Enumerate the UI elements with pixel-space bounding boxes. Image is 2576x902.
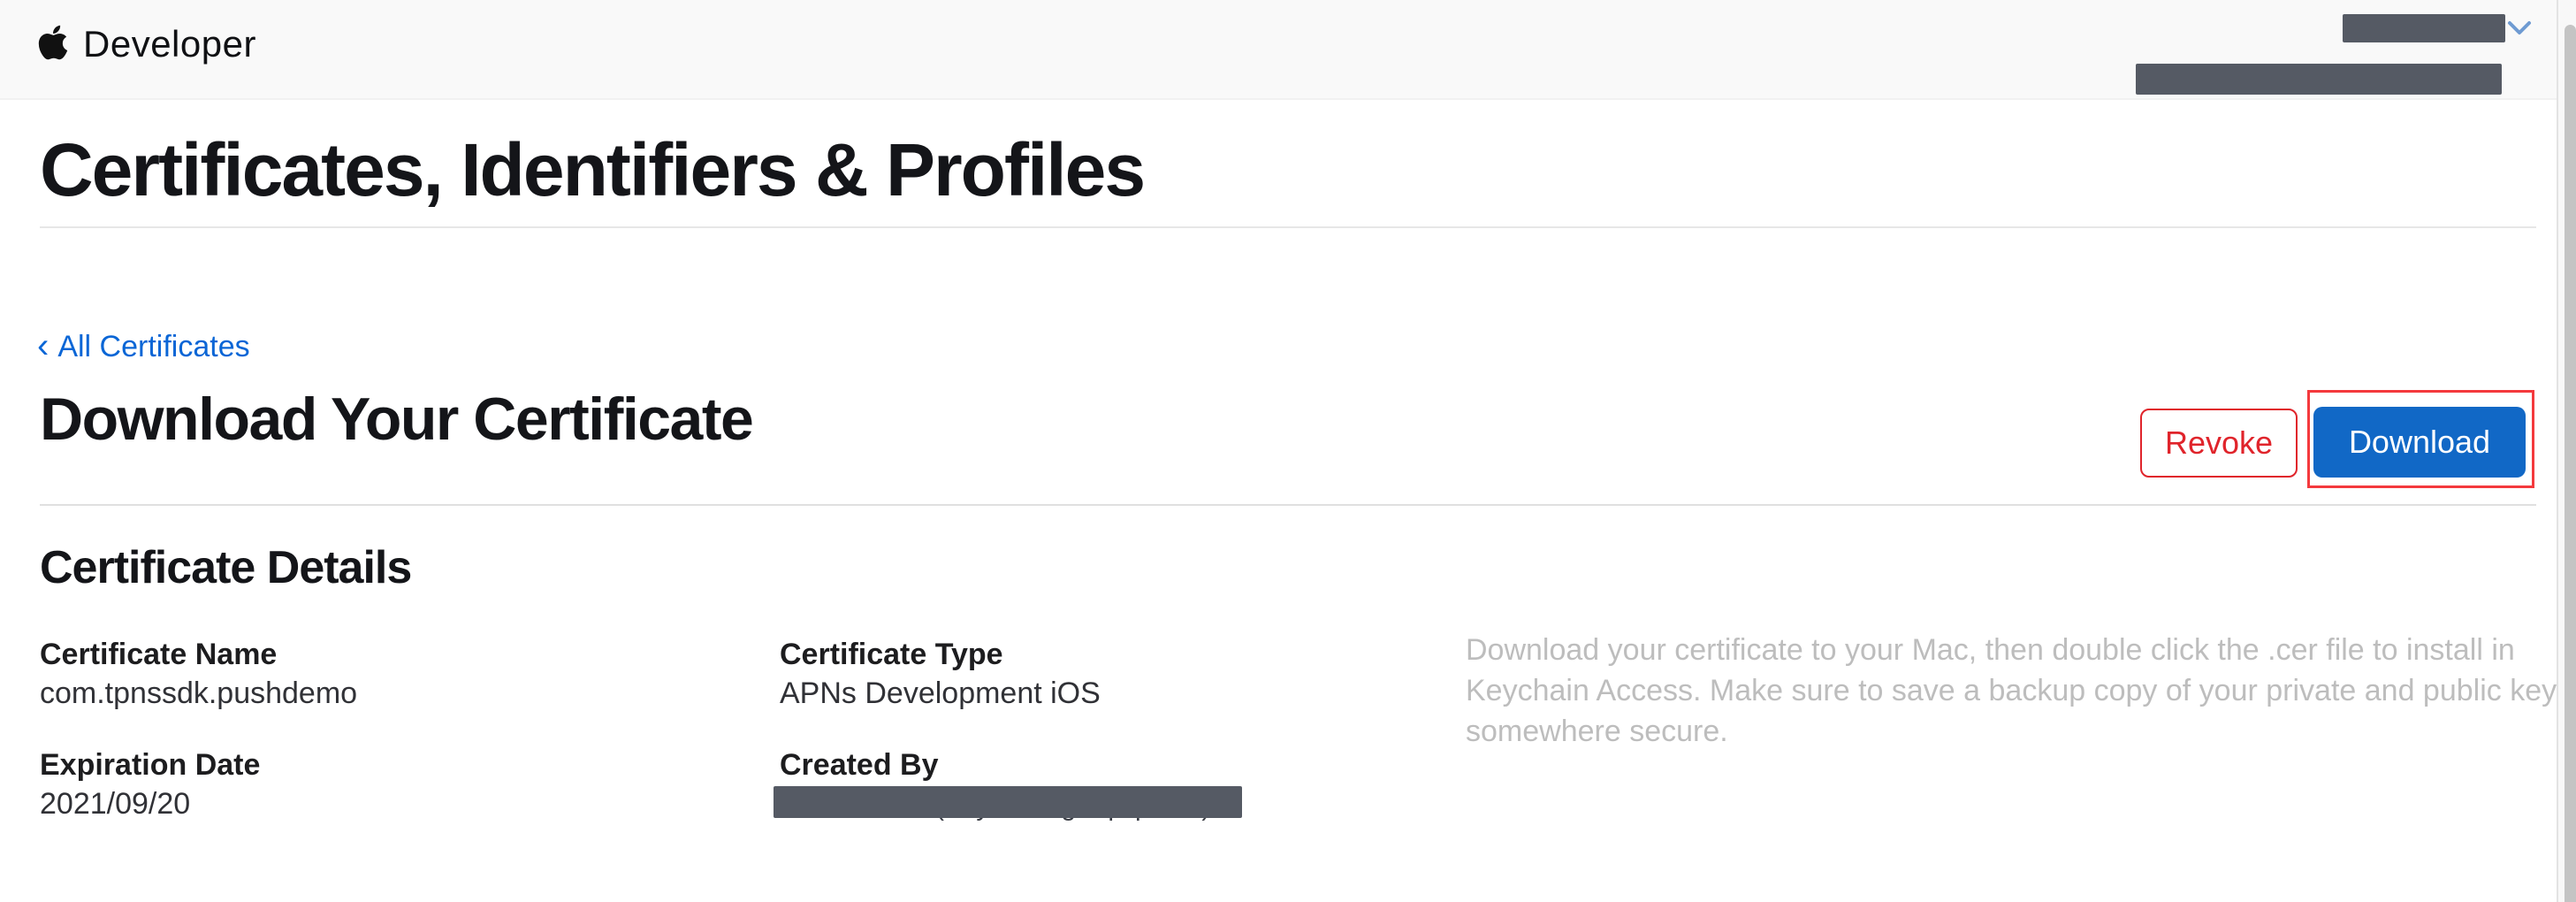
- created-by-redaction: [774, 786, 1242, 818]
- global-header: Developer: [0, 0, 2576, 100]
- certificate-type-value: APNs Development iOS: [780, 676, 1101, 711]
- breadcrumb-label: All Certificates: [57, 330, 249, 364]
- certificate-type-label: Certificate Type: [780, 637, 1003, 672]
- page-title: Certificates, Identifiers & Profiles: [40, 133, 1144, 207]
- account-team-redaction: [2136, 64, 2502, 95]
- breadcrumb-all-certificates[interactable]: ‹ All Certificates: [37, 325, 250, 365]
- chevron-down-icon[interactable]: [2507, 19, 2532, 37]
- help-line-1: Download your certificate to your Mac, t…: [1466, 630, 2522, 670]
- certificate-name-label: Certificate Name: [40, 637, 277, 672]
- title-divider: [40, 226, 2536, 228]
- created-by-label: Created By: [780, 747, 939, 783]
- help-line-2: Keychain Access. Make sure to save a bac…: [1466, 670, 2522, 711]
- chevron-left-icon: ‹: [37, 326, 49, 366]
- download-button[interactable]: Download: [2313, 407, 2526, 478]
- apple-developer-certificates-page: Developer Certificates, Identifiers & Pr…: [0, 0, 2576, 902]
- scrollbar[interactable]: [2557, 0, 2576, 902]
- scrollbar-thumb[interactable]: [2565, 25, 2576, 902]
- brand-label: Developer: [83, 23, 256, 65]
- expiration-date-label: Expiration Date: [40, 747, 260, 783]
- apple-developer-logo[interactable]: Developer: [38, 0, 256, 88]
- certificate-details-heading: Certificate Details: [40, 545, 411, 591]
- certificate-name-value: com.tpnssdk.pushdemo: [40, 676, 357, 711]
- apple-logo-icon: [38, 25, 68, 64]
- expiration-date-value: 2021/09/20: [40, 786, 190, 822]
- annotation-highlight-box: Download: [2307, 390, 2534, 488]
- revoke-button[interactable]: Revoke: [2140, 409, 2298, 478]
- download-help-text: Download your certificate to your Mac, t…: [1466, 630, 2522, 752]
- help-line-3: somewhere secure.: [1466, 711, 2522, 752]
- section-title: Download Your Certificate: [40, 389, 752, 449]
- section-divider: [40, 504, 2536, 506]
- account-name-redaction: [2343, 14, 2505, 42]
